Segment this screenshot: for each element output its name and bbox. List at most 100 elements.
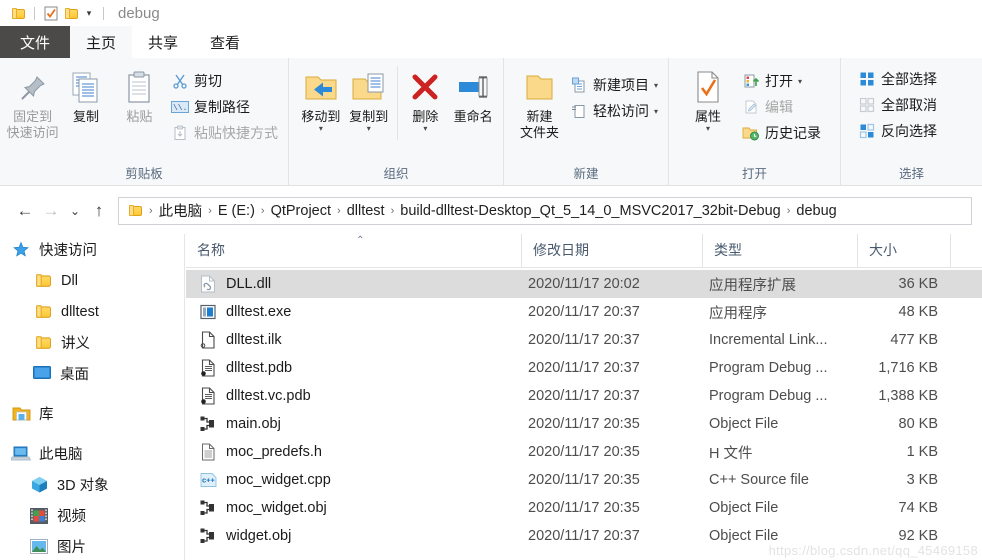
move-to-button[interactable]: 移动到 ▾	[297, 64, 345, 133]
file-rows: DLL.dll 2020/11/17 20:02 应用程序扩展 36 KB dl…	[186, 268, 982, 550]
new-small-commands: 新建项目 ▾ 轻松访问 ▾	[565, 64, 662, 124]
file-date: 2020/11/17 20:37	[528, 360, 640, 376]
sidebar-item-3d-objects[interactable]: 3D 对象	[0, 469, 184, 500]
copy-to-icon	[350, 67, 388, 109]
select-none-button[interactable]: 全部取消	[853, 92, 941, 118]
sidebar-item-quick-access[interactable]: 快速访问	[0, 234, 184, 265]
column-header-row: 名称 ⌃ 修改日期 类型 大小	[186, 234, 982, 268]
navigation-pane[interactable]: 快速访问 Dll dlltest 讲义 桌面 库 此电脑 3D 对象 视频 图片	[0, 234, 185, 560]
easy-access-button[interactable]: 轻松访问 ▾	[565, 98, 662, 124]
breadcrumb-build-dir[interactable]: build-dlltest-Desktop_Qt_5_14_0_MSVC2017…	[397, 203, 783, 219]
copy-label: 复制	[72, 109, 99, 124]
properties-button[interactable]: 属性 ▾	[679, 64, 737, 133]
table-row[interactable]: widget.obj 2020/11/17 20:37 Object File …	[186, 522, 982, 550]
copy-to-button[interactable]: 复制到 ▾	[345, 64, 393, 133]
sidebar-item-jiangyi[interactable]: 讲义	[0, 327, 184, 358]
column-header-name-label: 名称	[197, 242, 225, 258]
file-size: 92 KB	[898, 528, 939, 544]
breadcrumb-separator[interactable]: ›	[258, 205, 268, 217]
column-header-spacer[interactable]	[950, 234, 982, 267]
column-header-size[interactable]: 大小	[857, 234, 950, 267]
properties-caret-icon[interactable]: ▾	[706, 125, 710, 133]
cut-button[interactable]: 剪切	[166, 68, 282, 94]
file-date: 2020/11/17 20:37	[528, 388, 640, 404]
open-caret-icon[interactable]: ▾	[798, 77, 802, 86]
address-input[interactable]: › 此电脑 › E (E:) › QtProject › dlltest › b…	[118, 196, 972, 225]
tab-share[interactable]: 共享	[132, 26, 194, 58]
tab-file[interactable]: 文件	[0, 26, 70, 58]
open-icon	[741, 71, 761, 91]
new-folder-label-line1: 新建	[526, 109, 553, 124]
history-button[interactable]: 历史记录	[737, 120, 825, 146]
back-button[interactable]: ←	[12, 196, 38, 226]
rename-button[interactable]: 重命名	[449, 64, 497, 125]
paste-button[interactable]: 粘贴	[113, 64, 166, 125]
table-row[interactable]: dlltest.pdb 2020/11/17 20:37 Program Deb…	[186, 354, 982, 382]
table-row[interactable]: DLL.dll 2020/11/17 20:02 应用程序扩展 36 KB	[186, 270, 982, 298]
table-row[interactable]: main.obj 2020/11/17 20:35 Object File 80…	[186, 410, 982, 438]
breadcrumb-dlltest[interactable]: dlltest	[344, 203, 388, 219]
table-row[interactable]: moc_widget.obj 2020/11/17 20:35 Object F…	[186, 494, 982, 522]
copy-button[interactable]: 复制	[59, 64, 112, 125]
easy-access-caret-icon[interactable]: ▾	[654, 107, 658, 116]
tab-view[interactable]: 查看	[194, 26, 256, 58]
up-button[interactable]: ↑	[86, 196, 112, 226]
table-row[interactable]: dlltest.ilk 2020/11/17 20:37 Incremental…	[186, 326, 982, 354]
delete-caret-icon[interactable]: ▾	[423, 125, 427, 133]
open-button[interactable]: 打开 ▾	[737, 68, 825, 94]
file-size: 36 KB	[898, 276, 939, 292]
breadcrumb-qtproject[interactable]: QtProject	[268, 203, 334, 219]
h-file-icon	[198, 442, 218, 462]
sidebar-item-this-pc[interactable]: 此电脑	[0, 438, 184, 469]
sidebar-item-pictures[interactable]: 图片	[0, 531, 184, 560]
tab-home[interactable]: 主页	[70, 26, 133, 58]
file-date: 2020/11/17 20:35	[528, 472, 640, 488]
column-header-type[interactable]: 类型	[702, 234, 857, 267]
sidebar-item-libraries[interactable]: 库	[0, 398, 184, 429]
edit-button[interactable]: 编辑	[737, 94, 825, 120]
select-small-commands: 全部选择 全部取消 反向选择	[853, 64, 941, 144]
folder-icon[interactable]	[8, 3, 28, 23]
paste-shortcut-button[interactable]: 粘贴快捷方式	[166, 120, 282, 146]
recent-locations-button[interactable]: ⌄	[64, 196, 86, 226]
obj-file-icon	[198, 414, 218, 434]
delete-button[interactable]: 删除 ▾	[401, 64, 449, 133]
dll-file-icon	[198, 274, 218, 294]
forward-button[interactable]: →	[38, 196, 64, 226]
breadcrumb-this-pc[interactable]: 此电脑	[156, 200, 206, 221]
new-folder-icon[interactable]	[61, 3, 81, 23]
copy-to-caret-icon[interactable]: ▾	[367, 125, 371, 133]
move-to-caret-icon[interactable]: ▾	[319, 125, 323, 133]
select-all-button[interactable]: 全部选择	[853, 66, 941, 92]
breadcrumb-separator[interactable]: ›	[784, 205, 794, 217]
properties-check-icon[interactable]	[41, 3, 61, 23]
breadcrumb-separator[interactable]: ›	[205, 205, 215, 217]
column-header-name[interactable]: 名称 ⌃	[186, 234, 521, 267]
file-type: Object File	[709, 500, 779, 516]
new-item-button[interactable]: 新建项目 ▾	[565, 72, 662, 98]
copy-path-button[interactable]: \\.. 复制路径	[166, 94, 282, 120]
breadcrumb-debug[interactable]: debug	[793, 203, 839, 219]
breadcrumb-separator[interactable]: ›	[334, 205, 344, 217]
pin-to-quick-access-button[interactable]: 固定到 快速访问	[6, 64, 59, 141]
table-row[interactable]: c++ moc_widget.cpp 2020/11/17 20:35 C++ …	[186, 466, 982, 494]
sidebar-item-dll[interactable]: Dll	[0, 265, 184, 296]
breadcrumb-e-drive[interactable]: E (E:)	[215, 203, 258, 219]
sidebar-item-videos[interactable]: 视频	[0, 500, 184, 531]
new-item-caret-icon[interactable]: ▾	[654, 81, 658, 90]
breadcrumb-separator[interactable]: ›	[388, 205, 398, 217]
new-folder-button[interactable]: 新建 文件夹	[514, 64, 565, 141]
table-row[interactable]: dlltest.vc.pdb 2020/11/17 20:37 Program …	[186, 382, 982, 410]
sidebar-item-desktop[interactable]: 桌面	[0, 358, 184, 389]
window-title: debug	[118, 4, 160, 22]
column-header-date[interactable]: 修改日期	[521, 234, 702, 267]
invert-selection-button[interactable]: 反向选择	[853, 118, 941, 144]
sidebar-item-label: dlltest	[61, 303, 99, 320]
new-item-icon	[569, 75, 589, 95]
customize-quick-access-caret-icon[interactable]: ▾	[81, 5, 97, 21]
sidebar-item-dlltest[interactable]: dlltest	[0, 296, 184, 327]
delete-label: 删除	[412, 109, 439, 124]
table-row[interactable]: moc_predefs.h 2020/11/17 20:35 H 文件 1 KB	[186, 438, 982, 466]
sort-ascending-icon: ⌃	[356, 235, 365, 246]
table-row[interactable]: dlltest.exe 2020/11/17 20:37 应用程序 48 KB	[186, 298, 982, 326]
